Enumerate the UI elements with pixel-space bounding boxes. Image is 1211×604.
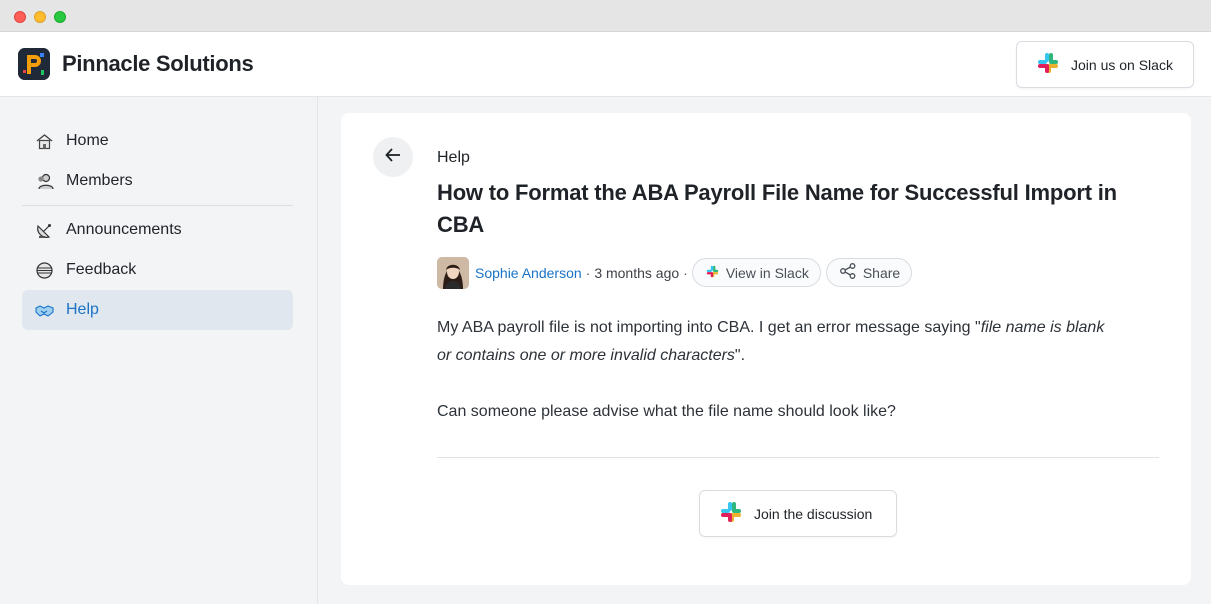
divider <box>437 457 1159 458</box>
join-discussion-button[interactable]: Join the discussion <box>699 490 897 537</box>
sidebar-item-help[interactable]: Help <box>22 290 293 330</box>
brand-logo-icon[interactable] <box>18 48 50 80</box>
sidebar: Home Members Announcements Feedback Help <box>0 97 318 604</box>
back-button[interactable] <box>373 137 413 177</box>
view-in-slack-button[interactable]: View in Slack <box>691 258 821 287</box>
satellite-icon <box>35 221 54 240</box>
window-titlebar <box>0 0 1211 32</box>
globe-icon <box>35 261 54 280</box>
sidebar-item-feedback[interactable]: Feedback <box>22 250 293 290</box>
view-in-slack-label: View in Slack <box>725 264 809 281</box>
sidebar-item-label: Home <box>66 132 109 149</box>
sidebar-item-home[interactable]: Home <box>22 121 293 161</box>
meta-separator: · <box>683 264 688 281</box>
post-card: Help How to Format the ABA Payroll File … <box>341 113 1191 585</box>
sidebar-item-announcements[interactable]: Announcements <box>22 210 293 250</box>
slack-icon <box>1035 50 1061 79</box>
home-icon <box>35 132 54 151</box>
breadcrumb[interactable]: Help <box>437 149 470 167</box>
slack-icon <box>718 499 744 528</box>
sidebar-divider <box>22 205 293 206</box>
post-title: How to Format the ABA Payroll File Name … <box>437 180 1117 237</box>
slack-icon <box>705 264 720 282</box>
members-icon <box>35 172 54 191</box>
join-discussion-label: Join the discussion <box>754 505 873 522</box>
sidebar-item-label: Feedback <box>66 261 137 278</box>
post-body: My ABA payroll file is not importing int… <box>437 314 1117 426</box>
share-icon <box>839 263 857 282</box>
arrow-left-icon <box>384 146 402 169</box>
body-outro: ". <box>734 347 746 364</box>
sidebar-item-label: Members <box>66 172 133 189</box>
sidebar-item-label: Announcements <box>66 221 182 238</box>
share-label: Share <box>862 264 901 281</box>
avatar[interactable] <box>437 256 469 289</box>
post-paragraph: My ABA payroll file is not importing int… <box>437 314 1117 370</box>
join-slack-label: Join us on Slack <box>1071 56 1173 73</box>
handshake-icon <box>35 301 54 320</box>
share-button[interactable]: Share <box>825 258 913 287</box>
maximize-window-button[interactable] <box>54 11 66 23</box>
app-header: Pinnacle Solutions Join us on Slack <box>0 32 1211 97</box>
body-intro: My ABA payroll file is not importing int… <box>437 319 981 336</box>
sidebar-item-label: Help <box>66 301 99 318</box>
join-slack-button[interactable]: Join us on Slack <box>1016 41 1194 88</box>
post-meta: Sophie Anderson · 3 months ago · View in… <box>437 256 913 289</box>
meta-separator: · <box>585 264 591 281</box>
post-time: 3 months ago <box>594 264 680 281</box>
brand-title[interactable]: Pinnacle Solutions <box>62 51 254 77</box>
close-window-button[interactable] <box>14 11 26 23</box>
minimize-window-button[interactable] <box>34 11 46 23</box>
sidebar-item-members[interactable]: Members <box>22 161 293 201</box>
post-paragraph: Can someone please advise what the file … <box>437 403 896 420</box>
author-link[interactable]: Sophie Anderson <box>475 265 582 281</box>
